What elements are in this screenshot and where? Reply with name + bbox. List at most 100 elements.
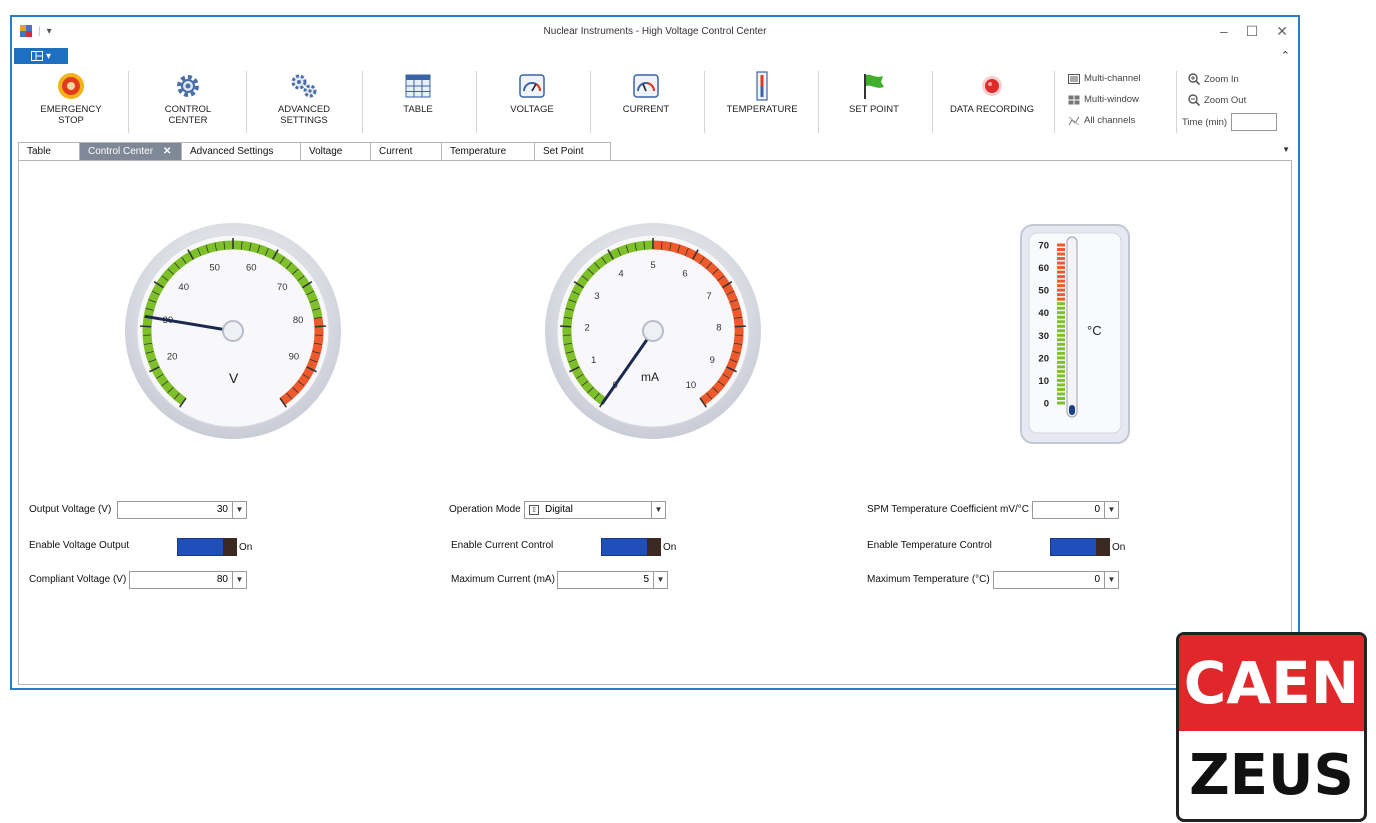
time-label: Time (min) bbox=[1182, 116, 1228, 128]
ribbon-label-line1: CONTROL bbox=[164, 104, 212, 115]
enable-temperature-label: Enable Temperature Control bbox=[867, 540, 992, 551]
tab-list-dropdown[interactable]: ▼ bbox=[1282, 145, 1290, 154]
ribbon-label-line1: CURRENT bbox=[622, 104, 670, 115]
tab-temperature[interactable]: Temperature bbox=[441, 142, 535, 160]
gauge-tick-label: 2 bbox=[584, 323, 589, 334]
thermometer-scale-segment bbox=[1057, 396, 1065, 400]
thermometer-scale-segment bbox=[1057, 252, 1065, 256]
thermometer-scale-segment bbox=[1057, 315, 1065, 319]
enable-current-label: Enable Current Control bbox=[451, 540, 554, 551]
chevron-down-icon[interactable]: ▼ bbox=[1104, 572, 1118, 588]
minimize-button[interactable]: – bbox=[1220, 23, 1228, 40]
thermometer-tick-label: 30 bbox=[1038, 331, 1049, 342]
thermometer-scale-segment bbox=[1057, 266, 1065, 270]
chevron-down-icon[interactable]: ▼ bbox=[651, 502, 665, 518]
table-icon bbox=[405, 74, 431, 98]
tab-table[interactable]: Table bbox=[18, 142, 80, 160]
tab-label: Set Point bbox=[543, 146, 584, 157]
app-window: | ▾ Nuclear Instruments - High Voltage C… bbox=[10, 15, 1300, 690]
gauge-tick bbox=[560, 325, 572, 328]
gauge-tick-label: 7 bbox=[706, 291, 711, 302]
multi-channel-option[interactable]: Multi-channel bbox=[1068, 73, 1141, 84]
output-voltage-input[interactable]: 30 ▼ bbox=[117, 501, 247, 519]
thermometer-scale-segment bbox=[1057, 293, 1065, 297]
data-recording-button[interactable]: DATA RECORDING bbox=[940, 71, 1044, 133]
gears-icon bbox=[291, 74, 317, 98]
chevron-down-icon[interactable]: ▼ bbox=[653, 572, 667, 588]
max-temperature-label: Maximum Temperature (°C) bbox=[867, 574, 990, 585]
tab-label: Current bbox=[379, 146, 413, 157]
operation-mode-select[interactable]: ▯ Digital ▼ bbox=[524, 501, 666, 519]
voltage-gauge: 2030405060708090 V bbox=[125, 223, 341, 439]
chevron-down-icon[interactable]: ▼ bbox=[232, 502, 246, 518]
multi-window-label: Multi-window bbox=[1084, 94, 1139, 105]
enable-voltage-toggle[interactable] bbox=[177, 538, 237, 556]
time-input[interactable] bbox=[1231, 113, 1278, 131]
close-button[interactable]: ✕ bbox=[1276, 23, 1288, 40]
all-channels-option[interactable]: All channels bbox=[1068, 115, 1135, 126]
tab-set-point[interactable]: Set Point bbox=[534, 142, 611, 160]
thermometer-scale-segment bbox=[1057, 356, 1065, 360]
close-tab-icon[interactable]: ✕ bbox=[163, 146, 171, 157]
max-temperature-input[interactable]: 0 ▼ bbox=[993, 571, 1119, 589]
current-button[interactable]: CURRENT bbox=[598, 71, 694, 133]
spm-coefficient-input[interactable]: 0 ▼ bbox=[1032, 501, 1119, 519]
table-button[interactable]: TABLE bbox=[370, 71, 466, 133]
multi-window-option[interactable]: Multi-window bbox=[1068, 94, 1139, 105]
thermometer-tick-label: 50 bbox=[1038, 286, 1049, 297]
gauge-tick-label: 10 bbox=[686, 380, 697, 391]
thermometer-scale-segment bbox=[1057, 360, 1065, 364]
gear-icon bbox=[177, 75, 199, 97]
thermometer-icon bbox=[756, 71, 768, 101]
enable-current-toggle[interactable] bbox=[601, 538, 661, 556]
voltage-button[interactable]: VOLTAGE bbox=[484, 71, 580, 133]
ribbon-label-line1: VOLTAGE bbox=[510, 104, 554, 115]
max-temperature-value: 0 bbox=[1094, 574, 1100, 585]
ribbon-label-line1: TEMPERATURE bbox=[726, 104, 798, 115]
set-point-button[interactable]: SET POINT bbox=[826, 71, 922, 133]
thermometer-scale-segment bbox=[1057, 351, 1065, 355]
tab-label: Advanced Settings bbox=[190, 146, 274, 157]
gauge-tick-label: 60 bbox=[246, 263, 257, 274]
logo-bottom: ZEUS bbox=[1189, 743, 1354, 808]
maximize-button[interactable]: ☐ bbox=[1246, 23, 1259, 40]
enable-temperature-toggle[interactable] bbox=[1050, 538, 1110, 556]
gauge-tick-label: 90 bbox=[289, 352, 300, 363]
tab-control-center[interactable]: Control Center ✕ bbox=[79, 142, 182, 160]
chevron-down-icon[interactable]: ▼ bbox=[1104, 502, 1118, 518]
time-window: Time (min) bbox=[1182, 113, 1278, 131]
thermometer: 70 60 50 40 30 20 10 0 °C bbox=[1020, 224, 1130, 444]
control-center-button[interactable]: CONTROL CENTER bbox=[140, 71, 236, 133]
chevron-down-icon[interactable]: ▼ bbox=[232, 572, 246, 588]
all-channels-label: All channels bbox=[1084, 115, 1136, 126]
temperature-button[interactable]: TEMPERATURE bbox=[710, 71, 814, 133]
max-current-input[interactable]: 5 ▼ bbox=[557, 571, 668, 589]
thermometer-scale-segment bbox=[1057, 284, 1065, 288]
emergency-stop-button[interactable]: EMERGENCY STOP bbox=[24, 71, 118, 133]
tab-label: Temperature bbox=[450, 146, 507, 157]
zoom-out-button[interactable]: Zoom Out bbox=[1188, 94, 1246, 106]
ribbon-label-line1: SET POINT bbox=[849, 104, 899, 115]
application-menu-button[interactable]: ▾ bbox=[14, 48, 68, 64]
thermometer-scale-segment bbox=[1057, 297, 1065, 301]
enable-temperature-state: On bbox=[1112, 542, 1126, 553]
flag-icon bbox=[864, 74, 884, 99]
multi-channel-label: Multi-channel bbox=[1084, 73, 1141, 84]
zoom-in-button[interactable]: Zoom In bbox=[1188, 73, 1239, 85]
gauge-tick-label: 70 bbox=[277, 282, 288, 293]
tab-current[interactable]: Current bbox=[370, 142, 442, 160]
digital-mode-icon: ▯ bbox=[529, 505, 539, 515]
gauge-tick bbox=[734, 325, 746, 328]
thermometer-scale-segment bbox=[1057, 257, 1065, 261]
advanced-settings-button[interactable]: ADVANCED SETTINGS bbox=[256, 71, 352, 133]
thermometer-scale-segment bbox=[1057, 374, 1065, 378]
thermometer-scale-segment bbox=[1057, 387, 1065, 391]
collapse-ribbon-button[interactable]: ⌃ bbox=[1281, 49, 1290, 62]
thermometer-tick-label: 40 bbox=[1038, 308, 1049, 319]
tab-voltage[interactable]: Voltage bbox=[300, 142, 371, 160]
current-gauge-icon bbox=[633, 74, 659, 98]
gauge-tick-label: 5 bbox=[650, 260, 655, 271]
thermometer-fluid bbox=[1069, 405, 1075, 415]
compliant-voltage-input[interactable]: 80 ▼ bbox=[129, 571, 247, 589]
tab-advanced-settings[interactable]: Advanced Settings bbox=[181, 142, 301, 160]
